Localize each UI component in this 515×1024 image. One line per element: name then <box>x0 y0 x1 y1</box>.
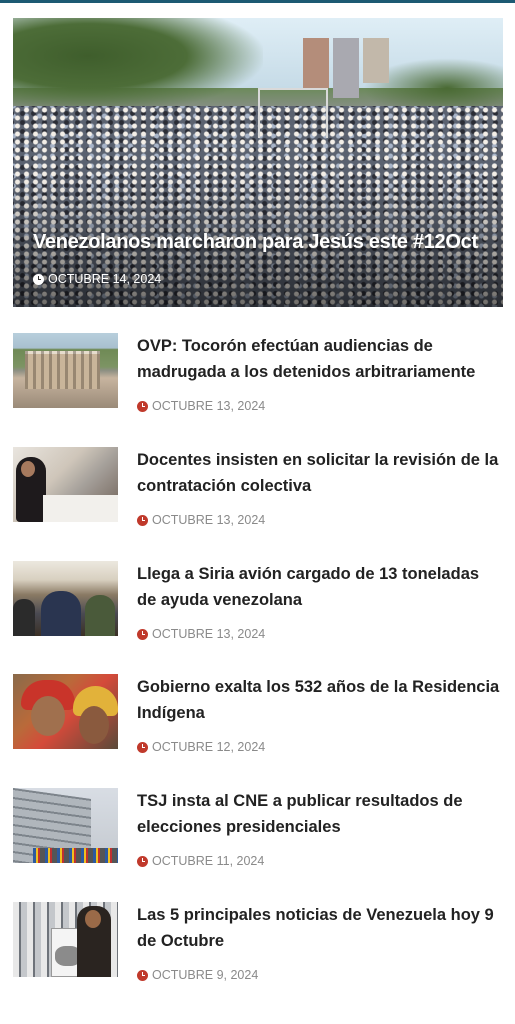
thumb-face <box>21 461 35 477</box>
article-date: OCTUBRE 9, 2024 <box>137 968 258 982</box>
list-item[interactable]: Docentes insisten en solicitar la revisi… <box>0 447 515 547</box>
clock-icon <box>137 855 148 867</box>
clock-icon <box>137 514 148 526</box>
clock-icon <box>137 741 148 753</box>
hero-image-stage <box>258 88 328 138</box>
hero-image-building <box>363 38 389 83</box>
list-item[interactable]: Llega a Siria avión cargado de 13 tonela… <box>0 561 515 661</box>
article-date: OCTUBRE 13, 2024 <box>137 513 265 527</box>
article-date-text: OCTUBRE 13, 2024 <box>152 513 266 527</box>
article-title[interactable]: Docentes insisten en solicitar la revisi… <box>137 447 502 499</box>
thumb-person <box>41 591 81 636</box>
clock-icon <box>137 969 148 981</box>
article-title[interactable]: Llega a Siria avión cargado de 13 tonela… <box>137 561 502 613</box>
article-title[interactable]: Las 5 principales noticias de Venezuela … <box>137 902 502 954</box>
thumb-building-windows <box>25 351 100 389</box>
thumb-person <box>13 599 35 636</box>
article-thumbnail[interactable] <box>13 561 118 636</box>
featured-article-date: OCTUBRE 14, 2024 <box>33 272 161 286</box>
article-title[interactable]: Gobierno exalta los 532 años de la Resid… <box>137 674 502 726</box>
thumb-flags <box>33 848 118 863</box>
list-item[interactable]: TSJ insta al CNE a publicar resultados d… <box>0 788 515 888</box>
article-date: OCTUBRE 12, 2024 <box>137 740 265 754</box>
article-date-text: OCTUBRE 9, 2024 <box>152 968 259 982</box>
clock-icon <box>33 273 44 285</box>
clock-icon <box>137 400 148 412</box>
thumb-person <box>85 595 115 636</box>
featured-article-title[interactable]: Venezolanos marcharon para Jesús este #1… <box>33 231 493 254</box>
list-item[interactable]: OVP: Tocorón efectúan audiencias de madr… <box>0 333 515 433</box>
article-date-text: OCTUBRE 11, 2024 <box>152 854 265 868</box>
article-date: OCTUBRE 13, 2024 <box>137 627 265 641</box>
thumb-face <box>85 910 101 928</box>
article-thumbnail[interactable] <box>13 788 118 863</box>
clock-icon <box>137 628 148 640</box>
article-title[interactable]: TSJ insta al CNE a publicar resultados d… <box>137 788 502 840</box>
thumb-face <box>79 706 109 744</box>
article-date-text: OCTUBRE 12, 2024 <box>152 740 266 754</box>
featured-article-date-text: OCTUBRE 14, 2024 <box>48 272 162 286</box>
thumb-desk <box>43 495 118 522</box>
article-date-text: OCTUBRE 13, 2024 <box>152 399 266 413</box>
hero-image-building <box>303 38 329 88</box>
thumb-face <box>31 696 65 736</box>
article-thumbnail[interactable] <box>13 447 118 522</box>
featured-article[interactable]: Venezolanos marcharon para Jesús este #1… <box>13 18 503 307</box>
article-thumbnail[interactable] <box>13 333 118 408</box>
article-thumbnail[interactable] <box>13 902 118 977</box>
top-accent-bar <box>0 0 515 3</box>
hero-image-building <box>333 38 359 98</box>
article-title[interactable]: OVP: Tocorón efectúan audiencias de madr… <box>137 333 502 385</box>
list-item[interactable]: Gobierno exalta los 532 años de la Resid… <box>0 674 515 774</box>
hero-image-trees <box>13 18 263 113</box>
article-thumbnail[interactable] <box>13 674 118 749</box>
article-date: OCTUBRE 13, 2024 <box>137 399 265 413</box>
article-date-text: OCTUBRE 13, 2024 <box>152 627 266 641</box>
article-date: OCTUBRE 11, 2024 <box>137 854 264 868</box>
list-item[interactable]: Las 5 principales noticias de Venezuela … <box>0 902 515 1002</box>
